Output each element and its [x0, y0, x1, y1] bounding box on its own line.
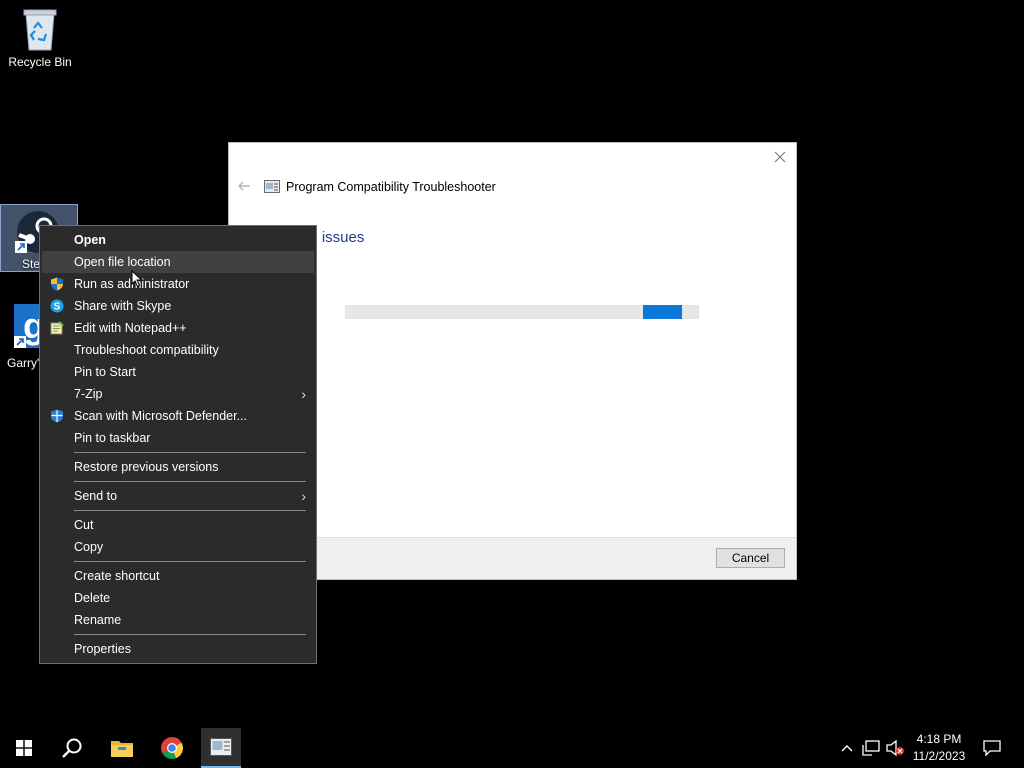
- network-icon: [862, 740, 880, 756]
- menu-item-label: Cut: [74, 518, 94, 532]
- volume-button[interactable]: [884, 728, 906, 768]
- menu-item-pin-to-start[interactable]: Pin to Start: [40, 361, 316, 383]
- menu-item-label: Create shortcut: [74, 569, 160, 583]
- progress-bar: [345, 305, 699, 319]
- menu-item-label: Pin to Start: [74, 365, 136, 379]
- search-button[interactable]: [49, 728, 95, 768]
- steam-label: Ste: [22, 257, 41, 271]
- menu-item-label: Delete: [74, 591, 111, 605]
- menu-item-open-file-location[interactable]: Open file location: [42, 251, 314, 273]
- window-title: Program Compatibility Troubleshooter: [286, 180, 496, 194]
- menu-item-send-to[interactable]: Send to ›: [40, 485, 316, 507]
- taskbar-chrome[interactable]: [149, 728, 195, 768]
- uac-shield-icon: [51, 277, 63, 291]
- skype-icon: S: [50, 299, 64, 313]
- clock-date: 11/2/2023: [912, 749, 966, 763]
- chevron-right-icon: ›: [301, 488, 306, 504]
- menu-item-label: 7-Zip: [74, 387, 103, 401]
- menu-item-label: Copy: [74, 540, 104, 554]
- menu-item-create-shortcut[interactable]: Create shortcut: [40, 565, 316, 587]
- file-explorer-icon: [111, 741, 133, 757]
- taskbar-file-explorer[interactable]: [99, 728, 145, 768]
- menu-separator: [74, 634, 306, 635]
- recycle-bin-desktop-icon[interactable]: Recycle Bin: [2, 6, 78, 69]
- menu-item-troubleshoot-compatibility[interactable]: Troubleshoot compatibility: [40, 339, 316, 361]
- menu-item-label: Edit with Notepad++: [74, 321, 187, 335]
- recycle-bin-icon: [23, 9, 57, 51]
- menu-item-label: Send to: [74, 489, 118, 503]
- menu-separator: [74, 481, 306, 482]
- menu-item-label: Restore previous versions: [74, 460, 219, 474]
- recycle-bin-label: Recycle Bin: [8, 55, 72, 69]
- clock-time: 4:18 PM: [916, 732, 962, 746]
- menu-item-restore-previous-versions[interactable]: Restore previous versions: [40, 456, 316, 478]
- menu-item-label: Pin to taskbar: [74, 431, 151, 445]
- menu-item-delete[interactable]: Delete: [40, 587, 316, 609]
- menu-item-cut[interactable]: Cut: [40, 514, 316, 536]
- action-center-button[interactable]: [978, 728, 1006, 768]
- volume-muted-icon: [886, 740, 904, 756]
- menu-item-run-as-administrator[interactable]: Run as administrator: [40, 273, 316, 295]
- troubleshooter-app-icon: [264, 180, 280, 193]
- start-icon: [16, 740, 32, 756]
- cancel-button[interactable]: Cancel: [716, 548, 785, 568]
- svg-text:S: S: [54, 302, 61, 313]
- menu-item-copy[interactable]: Copy: [40, 536, 316, 558]
- menu-item-7-zip[interactable]: 7-Zip ›: [40, 383, 316, 405]
- menu-separator: [74, 510, 306, 511]
- troubleshooter-icon: [210, 738, 232, 756]
- menu-item-open[interactable]: Open: [40, 229, 316, 251]
- notepad-plus-plus-icon: [50, 321, 64, 335]
- chevron-right-icon: ›: [301, 386, 306, 402]
- taskbar-clock[interactable]: 4:18 PM 11/2/2023: [906, 731, 972, 765]
- taskbar-troubleshooter[interactable]: [201, 728, 241, 768]
- chrome-icon: [161, 737, 184, 760]
- menu-item-share-with-skype[interactable]: S Share with Skype: [40, 295, 316, 317]
- menu-item-edit-with-notepad-plus-plus[interactable]: Edit with Notepad++: [40, 317, 316, 339]
- menu-item-label: Open file location: [74, 255, 171, 269]
- start-button[interactable]: [1, 728, 47, 768]
- menu-item-label: Troubleshoot compatibility: [74, 343, 219, 357]
- menu-item-rename[interactable]: Rename: [40, 609, 316, 631]
- network-status-button[interactable]: [860, 728, 882, 768]
- menu-separator: [74, 561, 306, 562]
- menu-item-scan-with-defender[interactable]: Scan with Microsoft Defender...: [40, 405, 316, 427]
- menu-item-label: Properties: [74, 642, 131, 656]
- back-arrow-icon[interactable]: [237, 179, 251, 193]
- chevron-up-icon: [841, 745, 853, 752]
- menu-item-label: Scan with Microsoft Defender...: [74, 409, 247, 423]
- menu-item-properties[interactable]: Properties: [40, 638, 316, 660]
- menu-item-pin-to-taskbar[interactable]: Pin to taskbar: [40, 427, 316, 449]
- menu-item-label: Open: [74, 233, 106, 247]
- menu-item-label: Share with Skype: [74, 299, 172, 313]
- show-hidden-icons-button[interactable]: [838, 728, 856, 768]
- context-menu: Open Open file location Run as administr…: [39, 225, 317, 664]
- close-icon[interactable]: [772, 149, 788, 165]
- menu-separator: [74, 452, 306, 453]
- defender-icon: [51, 409, 63, 423]
- shortcut-arrow-icon: [14, 336, 26, 348]
- shortcut-arrow-icon: [15, 241, 27, 253]
- search-icon: [62, 738, 82, 758]
- progress-indicator: [643, 305, 682, 319]
- mouse-cursor-icon: [131, 270, 143, 288]
- menu-item-label: Rename: [74, 613, 122, 627]
- notification-icon: [983, 740, 1001, 756]
- taskbar: 4:18 PM 11/2/2023: [0, 728, 1024, 768]
